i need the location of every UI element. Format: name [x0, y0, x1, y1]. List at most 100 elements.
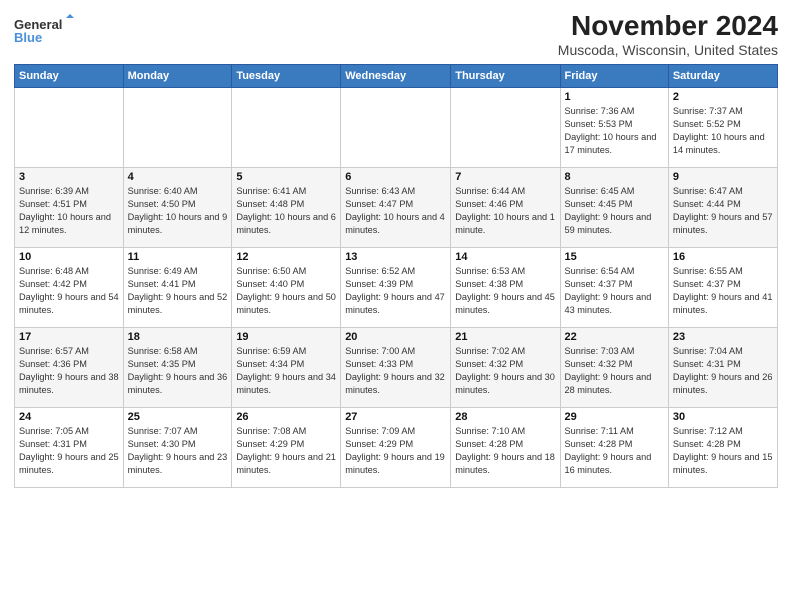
- day-info: Sunrise: 6:47 AM Sunset: 4:44 PM Dayligh…: [673, 185, 773, 237]
- day-info: Sunrise: 7:36 AM Sunset: 5:53 PM Dayligh…: [565, 105, 664, 157]
- day-number: 28: [455, 411, 555, 423]
- calendar-cell: 25 Sunrise: 7:07 AM Sunset: 4:30 PM Dayli…: [123, 408, 232, 488]
- week-row-1: 1 Sunrise: 7:36 AM Sunset: 5:53 PM Daylig…: [15, 88, 778, 168]
- day-number: 9: [673, 171, 773, 183]
- day-info: Sunrise: 7:02 AM Sunset: 4:32 PM Dayligh…: [455, 345, 555, 397]
- calendar-cell: 16 Sunrise: 6:55 AM Sunset: 4:37 PM Dayli…: [668, 248, 777, 328]
- calendar-cell: 15 Sunrise: 6:54 AM Sunset: 4:37 PM Dayli…: [560, 248, 668, 328]
- day-number: 12: [236, 251, 336, 263]
- day-number: 7: [455, 171, 555, 183]
- day-number: 30: [673, 411, 773, 423]
- title-area: November 2024 Muscoda, Wisconsin, United…: [558, 10, 778, 58]
- day-info: Sunrise: 6:43 AM Sunset: 4:47 PM Dayligh…: [345, 185, 446, 237]
- calendar-cell: [341, 88, 451, 168]
- day-info: Sunrise: 7:05 AM Sunset: 4:31 PM Dayligh…: [19, 425, 119, 477]
- day-info: Sunrise: 6:59 AM Sunset: 4:34 PM Dayligh…: [236, 345, 336, 397]
- calendar-cell: [232, 88, 341, 168]
- calendar-cell: 1 Sunrise: 7:36 AM Sunset: 5:53 PM Daylig…: [560, 88, 668, 168]
- day-info: Sunrise: 7:00 AM Sunset: 4:33 PM Dayligh…: [345, 345, 446, 397]
- day-info: Sunrise: 6:48 AM Sunset: 4:42 PM Dayligh…: [19, 265, 119, 317]
- week-row-4: 17 Sunrise: 6:57 AM Sunset: 4:36 PM Dayli…: [15, 328, 778, 408]
- calendar-cell: 14Sunrise: 6:53 AM Sunset: 4:38 PM Dayli…: [451, 248, 560, 328]
- weekday-saturday: Saturday: [668, 65, 777, 88]
- day-number: 1: [565, 91, 664, 103]
- day-number: 16: [673, 251, 773, 263]
- day-number: 26: [236, 411, 336, 423]
- calendar-cell: 28 Sunrise: 7:10 AM Sunset: 4:28 PM Dayli…: [451, 408, 560, 488]
- weekday-header-row: SundayMondayTuesdayWednesdayThursdayFrid…: [15, 65, 778, 88]
- calendar-cell: 3 Sunrise: 6:39 AM Sunset: 4:51 PM Daylig…: [15, 168, 124, 248]
- day-info: Sunrise: 6:40 AM Sunset: 4:50 PM Dayligh…: [128, 185, 228, 237]
- day-number: 3: [19, 171, 119, 183]
- calendar-cell: 26Sunrise: 7:08 AM Sunset: 4:29 PM Dayli…: [232, 408, 341, 488]
- calendar-cell: 21 Sunrise: 7:02 AM Sunset: 4:32 PM Dayli…: [451, 328, 560, 408]
- day-info: Sunrise: 6:54 AM Sunset: 4:37 PM Dayligh…: [565, 265, 664, 317]
- weekday-wednesday: Wednesday: [341, 65, 451, 88]
- day-number: 11: [128, 251, 228, 263]
- day-info: Sunrise: 7:37 AM Sunset: 5:52 PM Dayligh…: [673, 105, 773, 157]
- day-info: Sunrise: 7:04 AM Sunset: 4:31 PM Dayligh…: [673, 345, 773, 397]
- day-info: Sunrise: 6:39 AM Sunset: 4:51 PM Dayligh…: [19, 185, 119, 237]
- calendar-cell: [15, 88, 124, 168]
- main-title: November 2024: [558, 10, 778, 42]
- calendar-cell: 7 Sunrise: 6:44 AM Sunset: 4:46 PM Daylig…: [451, 168, 560, 248]
- day-number: 24: [19, 411, 119, 423]
- day-number: 10: [19, 251, 119, 263]
- day-info: Sunrise: 6:44 AM Sunset: 4:46 PM Dayligh…: [455, 185, 555, 237]
- day-number: 22: [565, 331, 664, 343]
- calendar-table: SundayMondayTuesdayWednesdayThursdayFrid…: [14, 64, 778, 488]
- day-number: 23: [673, 331, 773, 343]
- day-number: 25: [128, 411, 228, 423]
- weekday-tuesday: Tuesday: [232, 65, 341, 88]
- calendar-cell: [451, 88, 560, 168]
- day-number: 27: [345, 411, 446, 423]
- logo: General Blue: [14, 14, 74, 50]
- day-info: Sunrise: 6:41 AM Sunset: 4:48 PM Dayligh…: [236, 185, 336, 237]
- day-info: Sunrise: 7:09 AM Sunset: 4:29 PM Dayligh…: [345, 425, 446, 477]
- week-row-3: 10 Sunrise: 6:48 AM Sunset: 4:42 PM Dayli…: [15, 248, 778, 328]
- calendar-cell: 24 Sunrise: 7:05 AM Sunset: 4:31 PM Dayli…: [15, 408, 124, 488]
- calendar-cell: 2 Sunrise: 7:37 AM Sunset: 5:52 PM Daylig…: [668, 88, 777, 168]
- day-info: Sunrise: 6:50 AM Sunset: 4:40 PM Dayligh…: [236, 265, 336, 317]
- day-info: Sunrise: 6:58 AM Sunset: 4:35 PM Dayligh…: [128, 345, 228, 397]
- day-info: Sunrise: 7:10 AM Sunset: 4:28 PM Dayligh…: [455, 425, 555, 477]
- day-number: 18: [128, 331, 228, 343]
- day-info: Sunrise: 7:03 AM Sunset: 4:32 PM Dayligh…: [565, 345, 664, 397]
- svg-text:Blue: Blue: [14, 30, 42, 45]
- weekday-sunday: Sunday: [15, 65, 124, 88]
- page: General Blue November 2024 Muscoda, Wisc…: [0, 0, 792, 612]
- day-number: 14: [455, 251, 555, 263]
- calendar-cell: 29Sunrise: 7:11 AM Sunset: 4:28 PM Dayli…: [560, 408, 668, 488]
- day-number: 20: [345, 331, 446, 343]
- day-info: Sunrise: 6:45 AM Sunset: 4:45 PM Dayligh…: [565, 185, 664, 237]
- day-info: Sunrise: 7:11 AM Sunset: 4:28 PM Dayligh…: [565, 425, 664, 477]
- day-number: 4: [128, 171, 228, 183]
- calendar-cell: 10 Sunrise: 6:48 AM Sunset: 4:42 PM Dayli…: [15, 248, 124, 328]
- day-number: 15: [565, 251, 664, 263]
- day-number: 21: [455, 331, 555, 343]
- calendar-cell: 22 Sunrise: 7:03 AM Sunset: 4:32 PM Dayli…: [560, 328, 668, 408]
- weekday-friday: Friday: [560, 65, 668, 88]
- day-info: Sunrise: 6:57 AM Sunset: 4:36 PM Dayligh…: [19, 345, 119, 397]
- calendar-cell: 17 Sunrise: 6:57 AM Sunset: 4:36 PM Dayli…: [15, 328, 124, 408]
- day-number: 17: [19, 331, 119, 343]
- calendar-cell: 23 Sunrise: 7:04 AM Sunset: 4:31 PM Dayli…: [668, 328, 777, 408]
- day-number: 2: [673, 91, 773, 103]
- calendar-cell: 18 Sunrise: 6:58 AM Sunset: 4:35 PM Dayli…: [123, 328, 232, 408]
- week-row-2: 3 Sunrise: 6:39 AM Sunset: 4:51 PM Daylig…: [15, 168, 778, 248]
- weekday-thursday: Thursday: [451, 65, 560, 88]
- calendar-cell: 9 Sunrise: 6:47 AM Sunset: 4:44 PM Daylig…: [668, 168, 777, 248]
- calendar-cell: 12 Sunrise: 6:50 AM Sunset: 4:40 PM Dayli…: [232, 248, 341, 328]
- day-number: 5: [236, 171, 336, 183]
- subtitle: Muscoda, Wisconsin, United States: [558, 42, 778, 58]
- calendar-cell: 4 Sunrise: 6:40 AM Sunset: 4:50 PM Daylig…: [123, 168, 232, 248]
- calendar-cell: 19Sunrise: 6:59 AM Sunset: 4:34 PM Dayli…: [232, 328, 341, 408]
- weekday-monday: Monday: [123, 65, 232, 88]
- calendar-cell: 27 Sunrise: 7:09 AM Sunset: 4:29 PM Dayli…: [341, 408, 451, 488]
- day-info: Sunrise: 6:52 AM Sunset: 4:39 PM Dayligh…: [345, 265, 446, 317]
- calendar-cell: 13Sunrise: 6:52 AM Sunset: 4:39 PM Dayli…: [341, 248, 451, 328]
- calendar-cell: 5 Sunrise: 6:41 AM Sunset: 4:48 PM Daylig…: [232, 168, 341, 248]
- day-info: Sunrise: 6:55 AM Sunset: 4:37 PM Dayligh…: [673, 265, 773, 317]
- calendar-cell: 11Sunrise: 6:49 AM Sunset: 4:41 PM Dayli…: [123, 248, 232, 328]
- day-info: Sunrise: 7:07 AM Sunset: 4:30 PM Dayligh…: [128, 425, 228, 477]
